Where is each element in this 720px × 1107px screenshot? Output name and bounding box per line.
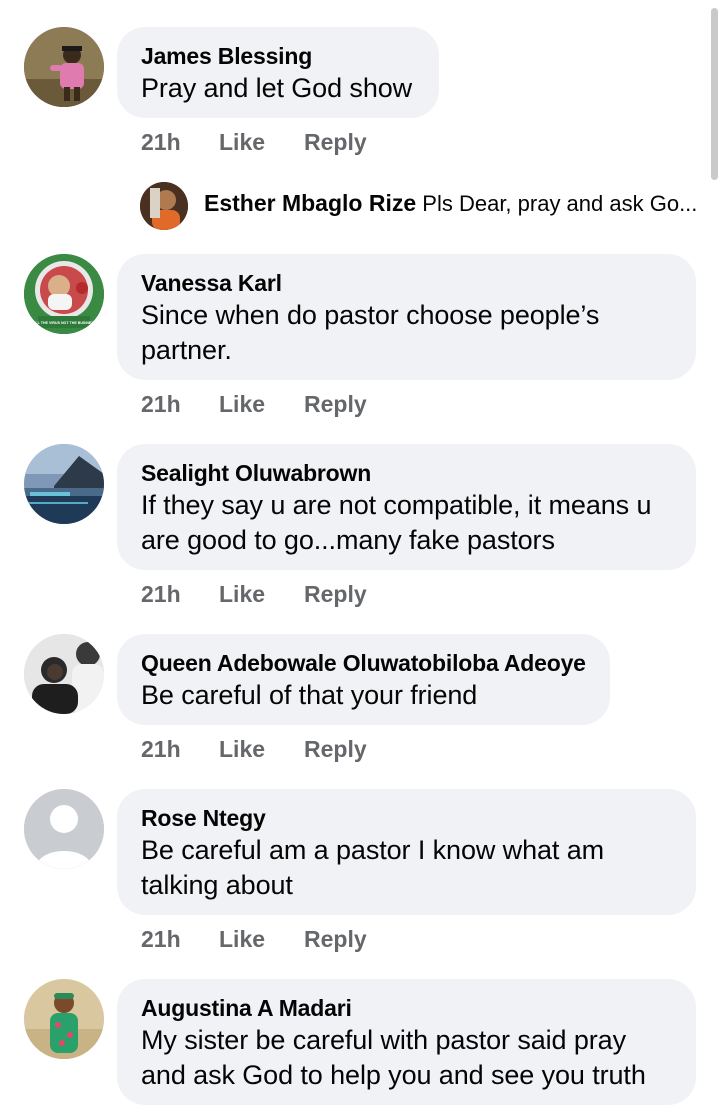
comment-actions: 21h Like Reply <box>141 391 367 418</box>
avatar[interactable] <box>24 789 104 869</box>
avatar[interactable]: KILL THE VIRUS NOT THE BUSINESS <box>24 254 104 334</box>
default-avatar-icon <box>24 789 104 869</box>
comment-author[interactable]: Rose Ntegy <box>141 803 672 833</box>
comment-bubble[interactable]: Rose Ntegy Be careful am a pastor I know… <box>117 789 696 915</box>
reply-button[interactable]: Reply <box>304 926 367 953</box>
comment-bubble[interactable]: James Blessing Pray and let God show <box>117 27 439 118</box>
scrollbar[interactable] <box>711 8 718 180</box>
comment-time[interactable]: 21h <box>141 581 219 608</box>
comment-text: Since when do pastor choose people’s par… <box>141 300 600 365</box>
comment-text: My sister be careful with pastor said pr… <box>141 1025 646 1090</box>
reply-button[interactable]: Reply <box>304 129 367 156</box>
comment-actions: 21h Like Reply <box>141 129 367 156</box>
avatar[interactable] <box>24 979 104 1059</box>
comment-bubble[interactable]: Sealight Oluwabrown If they say u are no… <box>117 444 696 570</box>
avatar-photo-icon <box>24 634 104 714</box>
avatar-photo-icon <box>24 27 104 107</box>
comment-bubble[interactable]: Augustina A Madari My sister be careful … <box>117 979 696 1105</box>
comment-author[interactable]: Vanessa Karl <box>141 268 672 298</box>
avatar[interactable] <box>24 27 104 107</box>
reply-preview[interactable]: Esther Mbaglo Rize Pls Dear, pray and as… <box>140 180 700 232</box>
comment-text: If they say u are not compatible, it mea… <box>141 490 652 555</box>
comment-actions: 21h Like Reply <box>141 926 367 953</box>
avatar[interactable] <box>24 444 104 524</box>
comment-time[interactable]: 21h <box>141 391 219 418</box>
reply-button[interactable]: Reply <box>304 581 367 608</box>
avatar-photo-icon <box>140 182 188 230</box>
like-button[interactable]: Like <box>219 926 304 953</box>
avatar-photo-icon <box>24 444 104 524</box>
like-button[interactable]: Like <box>219 129 304 156</box>
comment-time[interactable]: 21h <box>141 736 219 763</box>
like-button[interactable]: Like <box>219 391 304 418</box>
avatar[interactable] <box>24 634 104 714</box>
like-button[interactable]: Like <box>219 581 304 608</box>
comment-author[interactable]: James Blessing <box>141 41 415 71</box>
comment-text: Be careful am a pastor I know what am ta… <box>141 835 605 900</box>
comment-text: Be careful of that your friend <box>141 680 478 710</box>
reply-avatar[interactable] <box>140 182 188 230</box>
comment-author[interactable]: Augustina A Madari <box>141 993 672 1023</box>
avatar-photo-icon: KILL THE VIRUS NOT THE BUSINESS <box>24 254 104 334</box>
reply-button[interactable]: Reply <box>304 736 367 763</box>
reply-author[interactable]: Esther Mbaglo Rize <box>204 190 416 216</box>
reply-button[interactable]: Reply <box>304 391 367 418</box>
comment-actions: 21h Like Reply <box>141 581 367 608</box>
comment-time[interactable]: 21h <box>141 926 219 953</box>
comment-text: Pray and let God show <box>141 73 413 103</box>
comment-actions: 21h Like Reply <box>141 736 367 763</box>
comment-time[interactable]: 21h <box>141 129 219 156</box>
comment-bubble[interactable]: Vanessa Karl Since when do pastor choose… <box>117 254 696 380</box>
comment-bubble[interactable]: Queen Adebowale Oluwatobiloba Adeoye Be … <box>117 634 610 725</box>
comment-author[interactable]: Queen Adebowale Oluwatobiloba Adeoye <box>141 648 586 678</box>
comment-author[interactable]: Sealight Oluwabrown <box>141 458 672 488</box>
avatar-photo-icon <box>24 979 104 1059</box>
avatar-badge-text: KILL THE VIRUS NOT THE BUSINESS <box>32 321 97 325</box>
like-button[interactable]: Like <box>219 736 304 763</box>
reply-snippet: Pls Dear, pray and ask Go... <box>422 191 698 216</box>
